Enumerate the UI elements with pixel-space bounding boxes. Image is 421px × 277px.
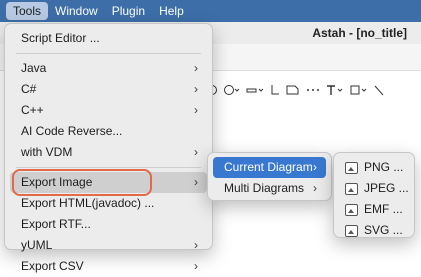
note-tool-icon[interactable] bbox=[286, 84, 300, 96]
menu-item-script-editor[interactable]: Script Editor ... bbox=[10, 28, 207, 49]
menu-item-cpp[interactable]: C++ › bbox=[10, 100, 207, 121]
menu-item-yuml[interactable]: yUML › bbox=[10, 235, 207, 256]
menu-item-export-html[interactable]: Export HTML(javadoc) ... bbox=[10, 193, 207, 214]
menu-separator bbox=[16, 53, 201, 54]
menu-item-label: EMF ... bbox=[364, 202, 403, 216]
line-tool-icon[interactable] bbox=[374, 84, 384, 96]
menu-item-label: Java bbox=[21, 61, 47, 75]
menu-item-multi-diagrams[interactable]: Multi Diagrams › bbox=[213, 178, 326, 199]
chevron-right-icon: › bbox=[194, 145, 198, 159]
menu-item-label: JPEG ... bbox=[364, 181, 409, 195]
diagram-toolbar bbox=[206, 84, 384, 96]
chevron-right-icon: › bbox=[194, 175, 198, 189]
menu-item-export-rtf[interactable]: Export RTF... bbox=[10, 214, 207, 235]
menu-item-svg[interactable]: SVG ... bbox=[339, 220, 409, 241]
menu-item-csharp[interactable]: C# › bbox=[10, 79, 207, 100]
menu-item-label: Export RTF... bbox=[21, 217, 91, 231]
more-tools-icon[interactable] bbox=[306, 84, 320, 96]
tools-menu: Script Editor ... Java › C# › C++ › AI C… bbox=[4, 23, 213, 273]
menubar-window[interactable]: Window bbox=[48, 0, 105, 22]
text-tool-icon[interactable] bbox=[326, 84, 344, 96]
chevron-right-icon: › bbox=[313, 160, 317, 174]
menu-item-label: SVG ... bbox=[364, 223, 403, 237]
menu-item-jpeg[interactable]: JPEG ... bbox=[339, 178, 409, 199]
menu-separator bbox=[16, 167, 201, 168]
app-title: Astah - [no_title] bbox=[312, 26, 407, 40]
circle-dropdown-tool-icon[interactable] bbox=[224, 84, 240, 96]
menu-item-export-image[interactable]: Export Image › bbox=[10, 169, 207, 196]
image-file-icon bbox=[345, 182, 358, 195]
menu-bar: Tools Window Plugin Help bbox=[0, 0, 421, 22]
menu-item-label: with VDM bbox=[21, 145, 73, 159]
menu-item-current-diagram[interactable]: Current Diagram › bbox=[213, 157, 326, 178]
rectangle-tool-icon[interactable] bbox=[350, 84, 368, 96]
chevron-right-icon: › bbox=[313, 181, 317, 195]
menu-item-png[interactable]: PNG ... bbox=[339, 157, 409, 178]
chevron-right-icon: › bbox=[194, 103, 198, 117]
menu-item-ai-code-reverse[interactable]: AI Code Reverse... bbox=[10, 121, 207, 142]
chevron-right-icon: › bbox=[194, 82, 198, 96]
chevron-right-icon: › bbox=[194, 238, 198, 252]
menubar-tools[interactable]: Tools bbox=[6, 2, 49, 20]
export-image-submenu: Current Diagram › Multi Diagrams › bbox=[207, 152, 332, 201]
menu-item-label: AI Code Reverse... bbox=[21, 124, 123, 138]
menubar-help[interactable]: Help bbox=[152, 0, 191, 22]
menu-item-label: Script Editor ... bbox=[21, 31, 100, 45]
corner-tool-icon[interactable] bbox=[270, 84, 280, 96]
menu-item-label: Export CSV bbox=[21, 259, 84, 273]
chevron-right-icon: › bbox=[194, 61, 198, 75]
menu-item-label: Current Diagram bbox=[224, 160, 313, 174]
menu-item-label: C++ bbox=[21, 103, 44, 117]
line-style-tool-icon[interactable] bbox=[246, 84, 264, 96]
chevron-right-icon: › bbox=[194, 259, 198, 273]
image-file-icon bbox=[345, 161, 358, 174]
menu-item-label: Export HTML(javadoc) ... bbox=[21, 196, 155, 210]
menu-item-label: Export Image bbox=[21, 175, 93, 189]
menu-item-emf[interactable]: EMF ... bbox=[339, 199, 409, 220]
menu-item-label: PNG ... bbox=[364, 160, 404, 174]
image-file-icon bbox=[345, 224, 358, 237]
menu-item-export-csv[interactable]: Export CSV › bbox=[10, 256, 207, 277]
menubar-plugin[interactable]: Plugin bbox=[105, 0, 152, 22]
image-file-icon bbox=[345, 203, 358, 216]
image-format-submenu: PNG ... JPEG ... EMF ... SVG ... bbox=[333, 152, 415, 238]
menu-item-java[interactable]: Java › bbox=[10, 58, 207, 79]
menu-item-label: Multi Diagrams bbox=[224, 181, 305, 195]
menu-item-with-vdm[interactable]: with VDM › bbox=[10, 142, 207, 163]
menu-item-label: C# bbox=[21, 82, 37, 96]
